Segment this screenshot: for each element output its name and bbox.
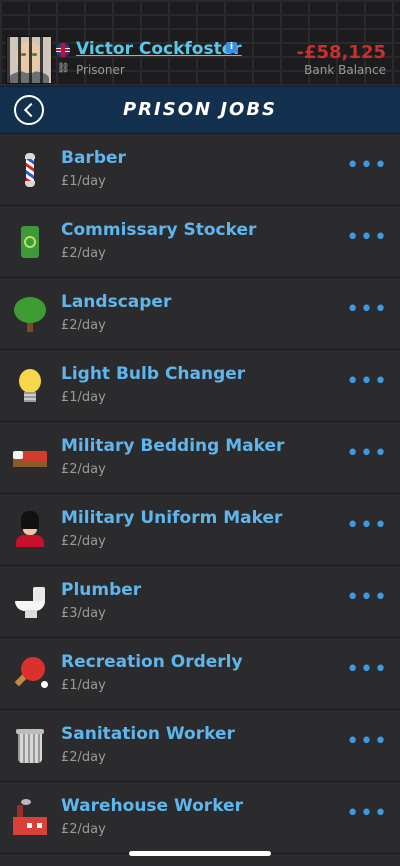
more-options-icon[interactable]: •••	[346, 515, 388, 537]
job-row-light-bulb-changer[interactable]: Light Bulb Changer £1/day •••	[0, 350, 400, 422]
player-name-link[interactable]: Victor Cockfoster	[76, 39, 242, 59]
job-pay: £2/day	[61, 534, 106, 549]
job-row-commissary-stocker[interactable]: Commissary Stocker £2/day •••	[0, 206, 400, 278]
bed-icon	[11, 439, 49, 477]
trash-can-icon	[11, 727, 49, 765]
more-options-icon[interactable]: •••	[346, 443, 388, 465]
job-row-military-bedding-maker[interactable]: Military Bedding Maker £2/day •••	[0, 422, 400, 494]
job-pay: £3/day	[61, 606, 106, 621]
job-row-military-uniform-maker[interactable]: Military Uniform Maker £2/day •••	[0, 494, 400, 566]
jobs-list: Barber £1/day ••• Commissary Stocker £2/…	[0, 134, 400, 854]
more-options-icon[interactable]: •••	[346, 371, 388, 393]
job-title: Light Bulb Changer	[61, 364, 246, 384]
page-title: PRISON JOBS	[122, 99, 278, 120]
job-title: Recreation Orderly	[61, 652, 243, 672]
guard-icon	[11, 511, 49, 549]
job-title: Plumber	[61, 580, 142, 600]
home-indicator[interactable]	[129, 851, 271, 856]
toilet-icon	[11, 583, 49, 621]
player-status: Prisoner	[76, 63, 125, 77]
barber-pole-icon	[11, 151, 49, 189]
job-title: Sanitation Worker	[61, 724, 235, 744]
prison-bars	[7, 37, 51, 83]
job-row-warehouse-worker[interactable]: Warehouse Worker £2/day •••	[0, 782, 400, 854]
job-pay: £2/day	[61, 822, 106, 837]
job-row-barber[interactable]: Barber £1/day •••	[0, 134, 400, 206]
job-row-sanitation-worker[interactable]: Sanitation Worker £2/day •••	[0, 710, 400, 782]
job-pay: £1/day	[61, 390, 106, 405]
job-pay: £2/day	[61, 318, 106, 333]
job-row-plumber[interactable]: Plumber £3/day •••	[0, 566, 400, 638]
more-options-icon[interactable]: •••	[346, 803, 388, 825]
job-title: Commissary Stocker	[61, 220, 257, 240]
job-title: Barber	[61, 148, 126, 168]
profile-header: Victor Cockfoster i ⛓ Prisoner -£58,125 …	[0, 0, 400, 86]
job-pay: £1/day	[61, 678, 106, 693]
prisoner-avatar[interactable]	[6, 36, 52, 84]
canned-food-icon	[11, 223, 49, 261]
job-title: Military Uniform Maker	[61, 508, 283, 528]
job-row-recreation-orderly[interactable]: Recreation Orderly £1/day •••	[0, 638, 400, 710]
more-options-icon[interactable]: •••	[346, 227, 388, 249]
navigation-bar: PRISON JOBS	[0, 86, 400, 134]
more-options-icon[interactable]: •••	[346, 659, 388, 681]
tree-icon	[11, 295, 49, 333]
more-options-icon[interactable]: •••	[346, 155, 388, 177]
job-title: Warehouse Worker	[61, 796, 243, 816]
ping-pong-icon	[11, 655, 49, 693]
job-row-landscaper[interactable]: Landscaper £2/day •••	[0, 278, 400, 350]
more-options-icon[interactable]: •••	[346, 731, 388, 753]
bank-balance-label: Bank Balance	[304, 63, 386, 77]
bank-balance-value: -£58,125	[296, 42, 386, 63]
info-icon[interactable]: i	[226, 42, 237, 53]
job-pay: £1/day	[61, 174, 106, 189]
job-pay: £2/day	[61, 750, 106, 765]
handcuffs-icon: ⛓	[57, 63, 70, 74]
light-bulb-icon	[11, 367, 49, 405]
uk-flag-icon	[56, 43, 70, 57]
more-options-icon[interactable]: •••	[346, 299, 388, 321]
job-pay: £2/day	[61, 462, 106, 477]
job-title: Landscaper	[61, 292, 172, 312]
factory-icon	[11, 799, 49, 837]
job-pay: £2/day	[61, 246, 106, 261]
more-options-icon[interactable]: •••	[346, 587, 388, 609]
job-title: Military Bedding Maker	[61, 436, 285, 456]
